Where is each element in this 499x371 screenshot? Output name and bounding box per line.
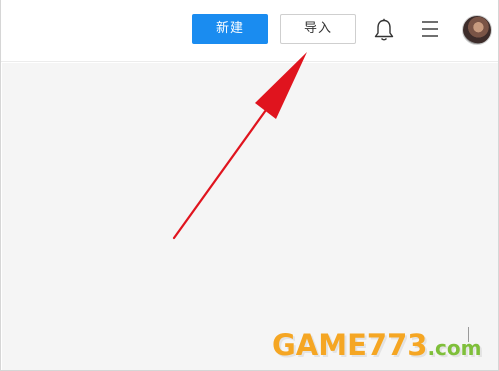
import-button[interactable]: 导入 [280,14,356,44]
bell-icon[interactable] [373,18,395,42]
user-avatar[interactable] [462,15,492,45]
watermark-main-text: GAME773 [272,328,428,362]
new-button[interactable]: 新建 [192,14,268,44]
top-toolbar: 新建 导入 [1,0,498,62]
main-content-area [2,63,498,370]
app-window: 新建 导入 [0,0,499,371]
site-watermark: GAME773.com [272,328,482,362]
hamburger-menu-icon[interactable] [420,20,440,38]
watermark-suffix-text: .com [427,336,482,360]
